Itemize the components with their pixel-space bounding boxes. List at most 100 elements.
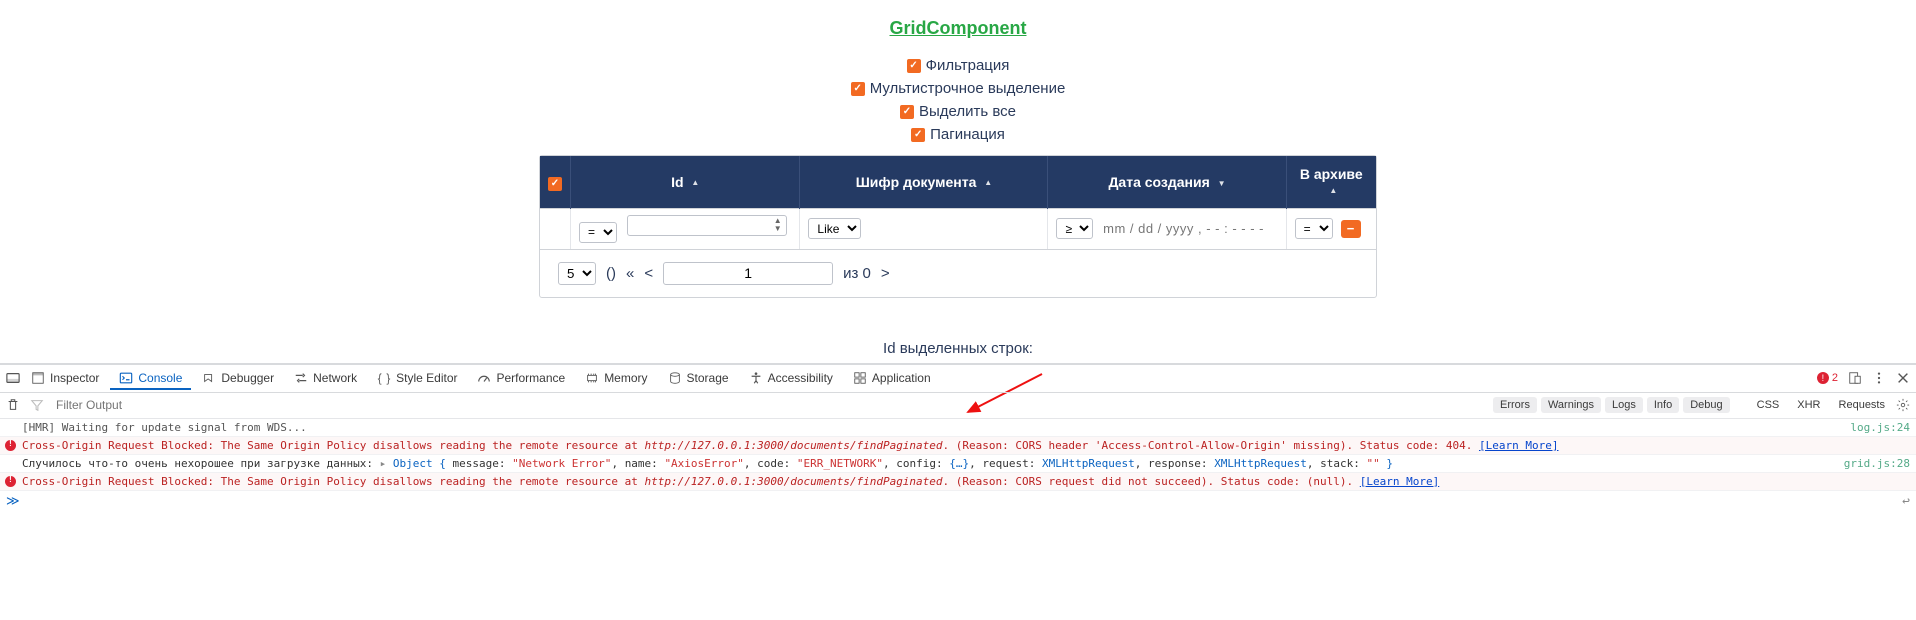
filter-checkbox-cell [540, 209, 571, 250]
header-checkbox[interactable] [540, 156, 571, 209]
kebab-icon[interactable] [1872, 371, 1886, 385]
console-text: Cross-Origin Request Blocked: The Same O… [22, 475, 1439, 488]
remove-filter-button[interactable]: − [1341, 220, 1361, 238]
cat-xhr[interactable]: XHR [1790, 397, 1827, 413]
checkbox-icon[interactable] [907, 59, 921, 73]
tab-console[interactable]: Console [110, 366, 191, 390]
page-size-select[interactable]: 5 [558, 262, 596, 285]
tab-accessibility[interactable]: Accessibility [740, 366, 842, 390]
pager-row: 5 () « < из 0 > [540, 249, 1376, 297]
responsive-icon[interactable] [1848, 371, 1862, 385]
console-output: [HMR] Waiting for update signal from WDS… [0, 419, 1916, 491]
console-line-object[interactable]: Случилось что-то очень нехорошее при заг… [0, 455, 1916, 473]
console-text: Cross-Origin Request Blocked: The Same O… [22, 439, 1558, 452]
tab-label: Console [138, 371, 182, 385]
tab-inspector[interactable]: Inspector [22, 366, 108, 390]
grid-filter-row: = ▲▼ Like ≥ mm / dd / yyyy , - - : - - [540, 209, 1376, 250]
filter-output-input[interactable] [54, 397, 254, 413]
devtools-toolbar-right: ! 2 [1817, 371, 1910, 385]
page-title: GridComponent [890, 18, 1027, 39]
option-label: Мультистрочное выделение [870, 80, 1066, 97]
console-source-link[interactable]: log.js:24 [1838, 421, 1910, 434]
cat-css[interactable]: CSS [1750, 397, 1787, 413]
tab-storage[interactable]: Storage [659, 366, 738, 390]
option-filter[interactable]: Фильтрация [907, 57, 1010, 74]
checkbox-icon[interactable] [900, 105, 914, 119]
console-source-link[interactable]: grid.js:28 [1832, 457, 1910, 470]
header-date[interactable]: Дата создания ▼ [1048, 156, 1286, 209]
date-placeholder[interactable]: mm / dd / yyyy , - - : - - - - [1103, 221, 1264, 236]
header-archive[interactable]: В архиве ▲ [1286, 156, 1376, 209]
cat-logs[interactable]: Logs [1605, 397, 1643, 413]
console-source-link [1898, 439, 1910, 452]
tab-application[interactable]: Application [844, 366, 940, 390]
sort-caret-icon: ▲ [691, 180, 699, 186]
gear-icon[interactable] [1896, 398, 1910, 412]
filter-icon[interactable] [30, 398, 44, 412]
id-operator-select[interactable]: = [579, 222, 617, 243]
header-code[interactable]: Шифр документа ▲ [800, 156, 1048, 209]
learn-more-link[interactable]: [Learn More] [1360, 475, 1439, 488]
tab-style-editor[interactable]: Style Editor [368, 366, 466, 390]
tab-label: Accessibility [768, 371, 833, 385]
tab-memory[interactable]: Memory [576, 366, 656, 390]
header-label: Id [671, 174, 683, 190]
sort-caret-icon: ▼ [1218, 179, 1226, 188]
tab-label: Debugger [221, 371, 274, 385]
data-grid: Id ▲ Шифр документа ▲ Дата создания ▼ В … [539, 155, 1377, 298]
cat-debug[interactable]: Debug [1683, 397, 1729, 413]
sort-caret-icon: ▲ [1329, 188, 1337, 194]
cat-info[interactable]: Info [1647, 397, 1679, 413]
inspector-icon [31, 371, 45, 385]
next-page-button[interactable]: > [881, 265, 890, 282]
checkbox-icon[interactable] [851, 82, 865, 96]
option-selectall[interactable]: Выделить все [900, 103, 1016, 120]
code-operator-select[interactable]: Like [808, 218, 861, 239]
current-page-input[interactable] [663, 262, 833, 285]
tab-label: Storage [687, 371, 729, 385]
spinner-icon[interactable]: ▲▼ [774, 217, 782, 233]
storage-icon [668, 371, 682, 385]
cat-warnings[interactable]: Warnings [1541, 397, 1601, 413]
filter-date-cell: ≥ mm / dd / yyyy , - - : - - - - [1048, 209, 1286, 250]
trash-icon[interactable] [6, 398, 20, 412]
checkbox-icon[interactable] [911, 128, 925, 142]
tab-label: Application [872, 371, 931, 385]
dock-icon[interactable] [6, 371, 20, 385]
archive-operator-select[interactable]: = [1295, 218, 1333, 239]
option-pagination[interactable]: Пагинация [911, 126, 1005, 143]
app-main: GridComponent Фильтрация Мультистрочное … [0, 0, 1916, 363]
learn-more-link[interactable]: [Learn More] [1479, 439, 1558, 452]
option-multiselect[interactable]: Мультистрочное выделение [851, 80, 1066, 97]
console-prompt[interactable]: ≫ ↩ [0, 491, 1916, 512]
cat-errors[interactable]: Errors [1493, 397, 1537, 413]
error-count-badge[interactable]: ! 2 [1817, 372, 1838, 384]
network-icon [294, 371, 308, 385]
prompt-chevron-icon: ≫ [6, 494, 20, 509]
checkbox-icon[interactable] [548, 177, 562, 191]
console-line-error: ! Cross-Origin Request Blocked: The Same… [0, 437, 1916, 455]
tab-performance[interactable]: Performance [468, 366, 574, 390]
prev-page-button[interactable]: < [644, 265, 653, 282]
tab-network[interactable]: Network [285, 366, 366, 390]
performance-icon [477, 371, 491, 385]
first-page-button[interactable]: « [626, 265, 634, 282]
devtools-toolbar: Inspector Console Debugger Network Style… [0, 365, 1916, 393]
header-label: Шифр документа [856, 174, 977, 190]
date-operator-select[interactable]: ≥ [1056, 218, 1093, 239]
pager: 5 () « < из 0 > [558, 262, 1358, 285]
tab-label: Memory [604, 371, 647, 385]
console-filter-bar: Errors Warnings Logs Info Debug CSS XHR … [0, 393, 1916, 419]
header-id[interactable]: Id ▲ [571, 156, 800, 209]
option-label: Выделить все [919, 103, 1016, 120]
filter-code-cell: Like [800, 209, 1048, 250]
application-icon [853, 371, 867, 385]
close-icon[interactable] [1896, 371, 1910, 385]
cat-requests[interactable]: Requests [1832, 397, 1892, 413]
id-value-input[interactable]: ▲▼ [627, 215, 787, 236]
error-dot-icon: ! [1817, 372, 1829, 384]
devtools-panel: Inspector Console Debugger Network Style… [0, 363, 1916, 512]
console-text: [HMR] Waiting for update signal from WDS… [22, 421, 307, 434]
tab-label: Inspector [50, 371, 99, 385]
tab-debugger[interactable]: Debugger [193, 366, 283, 390]
